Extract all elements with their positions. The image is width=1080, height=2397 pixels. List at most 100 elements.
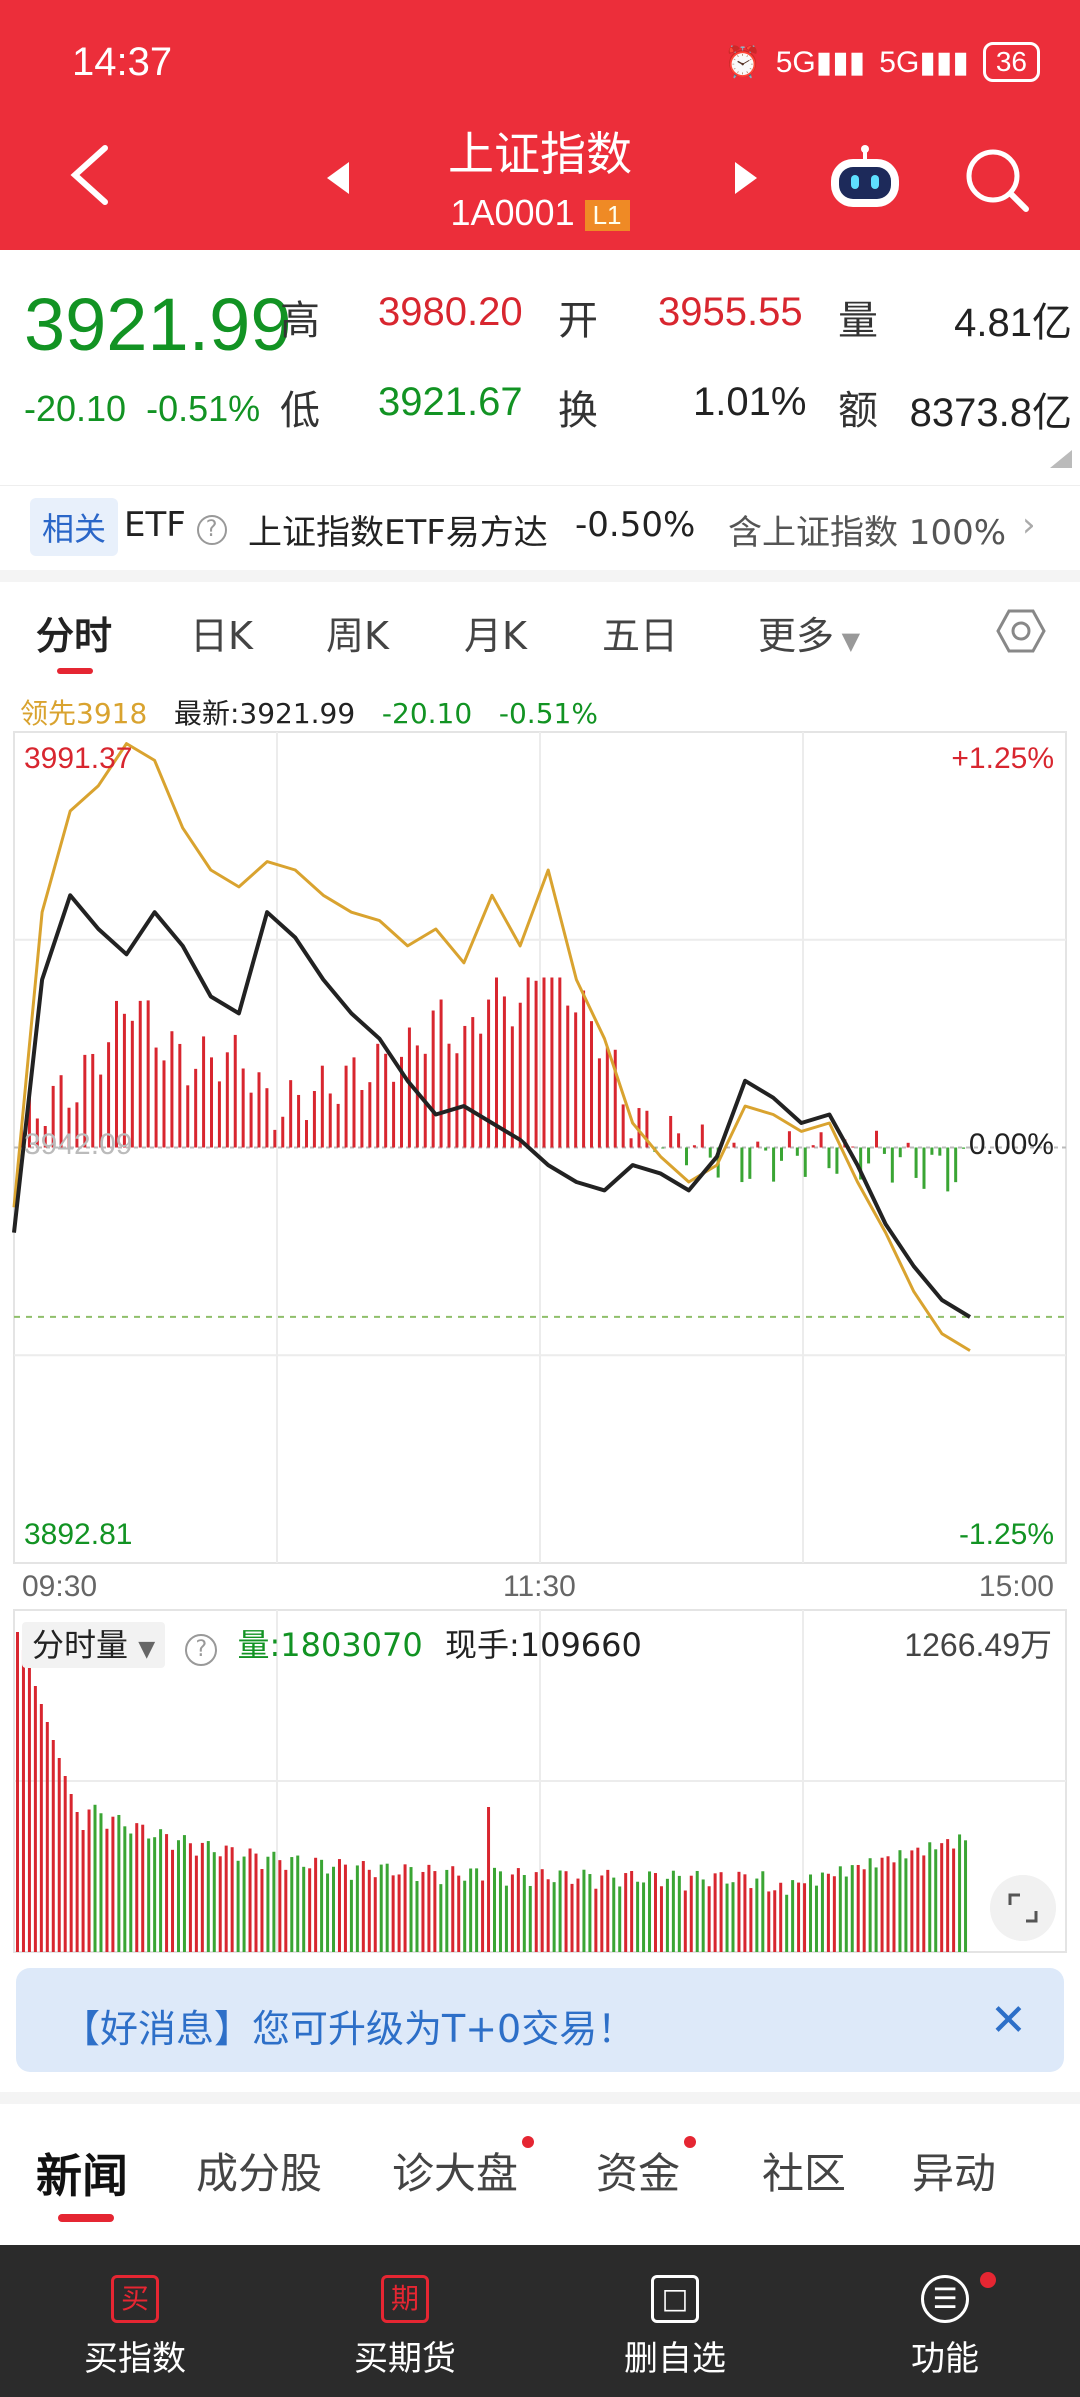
volume-bar xyxy=(433,1871,437,1952)
tab-five-day[interactable]: 五日 xyxy=(602,605,678,660)
diff-bar xyxy=(170,1031,174,1148)
notification-dot xyxy=(522,2136,534,2148)
promo-text[interactable]: 【好消息】您可升级为T+0交易！ xyxy=(62,1998,635,2053)
buy-futures-button[interactable]: 期 买期货 xyxy=(305,2245,505,2397)
diff-bar xyxy=(328,1093,332,1148)
notification-dot xyxy=(980,2272,996,2288)
chevron-right-icon[interactable]: › xyxy=(1022,505,1036,545)
diff-bar xyxy=(225,1052,229,1148)
volume-bar xyxy=(260,1869,264,1952)
tab-news[interactable]: 新闻 xyxy=(36,2140,128,2206)
diff-bar xyxy=(431,1010,435,1148)
tab-community[interactable]: 社区 xyxy=(762,2140,846,2201)
volume-header: 分时量 ▼ ? 量:1803070 现手:109660 xyxy=(22,1620,642,1668)
volume-bar xyxy=(850,1865,854,1952)
volume-bar xyxy=(188,1843,192,1952)
diff-bar xyxy=(210,1057,213,1148)
fullscreen-icon[interactable] xyxy=(990,1875,1056,1941)
volume-bar xyxy=(940,1843,944,1952)
help-icon[interactable]: ? xyxy=(196,515,227,545)
volume-bar xyxy=(105,1828,109,1952)
tab-movements[interactable]: 异动 xyxy=(912,2140,996,2201)
volume-bar xyxy=(683,1890,687,1952)
tab-intraday[interactable]: 分时 xyxy=(36,605,112,660)
tab-daily-k[interactable]: 日K xyxy=(190,605,253,660)
tab-more[interactable]: 更多 ▼ xyxy=(758,605,860,660)
volume-bar xyxy=(498,1871,502,1952)
volume-bar xyxy=(767,1891,771,1952)
volume-bar xyxy=(63,1776,67,1952)
volume-bar xyxy=(564,1871,568,1952)
menu-icon: ☰ xyxy=(921,2275,969,2323)
active-tab-indicator xyxy=(57,668,93,674)
volume-bar xyxy=(576,1878,580,1952)
signal-icon: 5G▮▮▮ xyxy=(775,45,866,79)
volume-bar xyxy=(147,1838,151,1952)
expand-corner-icon[interactable] xyxy=(1050,450,1072,468)
diff-bar xyxy=(867,1147,871,1164)
alarm-icon: ⏰ xyxy=(724,45,762,79)
diff-bar xyxy=(352,1057,356,1148)
volume-bar xyxy=(779,1882,783,1952)
volume-bar xyxy=(171,1849,175,1952)
tab-constituents[interactable]: 成分股 xyxy=(196,2140,322,2201)
volume-bar xyxy=(826,1873,830,1952)
volume-bar xyxy=(397,1874,401,1952)
volume-bar xyxy=(880,1857,884,1952)
tab-funds[interactable]: 资金 xyxy=(596,2140,680,2201)
volume-bar xyxy=(510,1874,514,1952)
diff-bar xyxy=(914,1147,918,1178)
functions-button[interactable]: ☰ 功能 xyxy=(845,2245,1045,2397)
tab-market-diagnosis[interactable]: 诊大盘 xyxy=(392,2140,518,2201)
diff-bar xyxy=(487,999,491,1148)
volume-bar xyxy=(27,1668,31,1952)
volume-bar xyxy=(475,1868,479,1952)
diff-bar xyxy=(194,1068,198,1148)
diff-bar xyxy=(154,1047,158,1148)
volume-bar xyxy=(57,1758,61,1952)
etf-change: -0.50% xyxy=(575,505,696,545)
volume-bar xyxy=(326,1873,330,1952)
intraday-chart[interactable] xyxy=(0,725,1080,1970)
close-icon[interactable]: ✕ xyxy=(990,1995,1027,2046)
settings-icon[interactable] xyxy=(996,606,1046,656)
total-volume: 量:1803070 xyxy=(237,1626,423,1664)
diff-bar xyxy=(344,1065,348,1148)
diff-bar xyxy=(819,1132,823,1148)
volume-bar xyxy=(242,1856,246,1952)
help-icon[interactable]: ? xyxy=(185,1634,218,1666)
search-icon[interactable] xyxy=(962,145,1032,215)
volume-bar xyxy=(558,1870,562,1952)
diff-bar xyxy=(534,980,538,1148)
diff-bar xyxy=(186,1085,190,1148)
diff-bar xyxy=(384,1053,388,1148)
diff-bar xyxy=(518,1002,522,1148)
volume-bar xyxy=(856,1864,860,1952)
etf-name[interactable]: 上证指数ETF易方达 xyxy=(248,505,548,554)
ai-assistant-icon[interactable] xyxy=(825,145,905,215)
x-axis-start: 09:30 xyxy=(22,1570,98,1603)
volume-label: 量 xyxy=(838,298,878,344)
volume-mode-dropdown[interactable]: 分时量 ▼ xyxy=(22,1622,166,1668)
volume-bar xyxy=(337,1859,341,1952)
buy-index-button[interactable]: 买 买指数 xyxy=(35,2245,235,2397)
volume-bar xyxy=(99,1813,103,1952)
open-value: 3955.55 xyxy=(658,290,803,334)
tab-weekly-k[interactable]: 周K xyxy=(326,605,389,660)
current-hand: 现手:109660 xyxy=(444,1626,642,1664)
volume-bar xyxy=(39,1704,43,1952)
volume-bar xyxy=(898,1850,902,1952)
volume-bar xyxy=(964,1840,968,1952)
tab-monthly-k[interactable]: 月K xyxy=(464,605,527,660)
volume-bar xyxy=(803,1883,807,1952)
low-label: 低 xyxy=(280,388,320,434)
divider xyxy=(0,570,1080,582)
remove-watchlist-button[interactable]: □ 删自选 xyxy=(575,2245,775,2397)
diff-bar xyxy=(495,977,498,1148)
battery-indicator: 36 xyxy=(982,42,1040,82)
volume-bar xyxy=(123,1826,127,1952)
volume-bar xyxy=(355,1865,359,1952)
volume-bar xyxy=(111,1816,115,1952)
diff-bar xyxy=(550,977,554,1148)
diff-bar xyxy=(898,1147,902,1158)
